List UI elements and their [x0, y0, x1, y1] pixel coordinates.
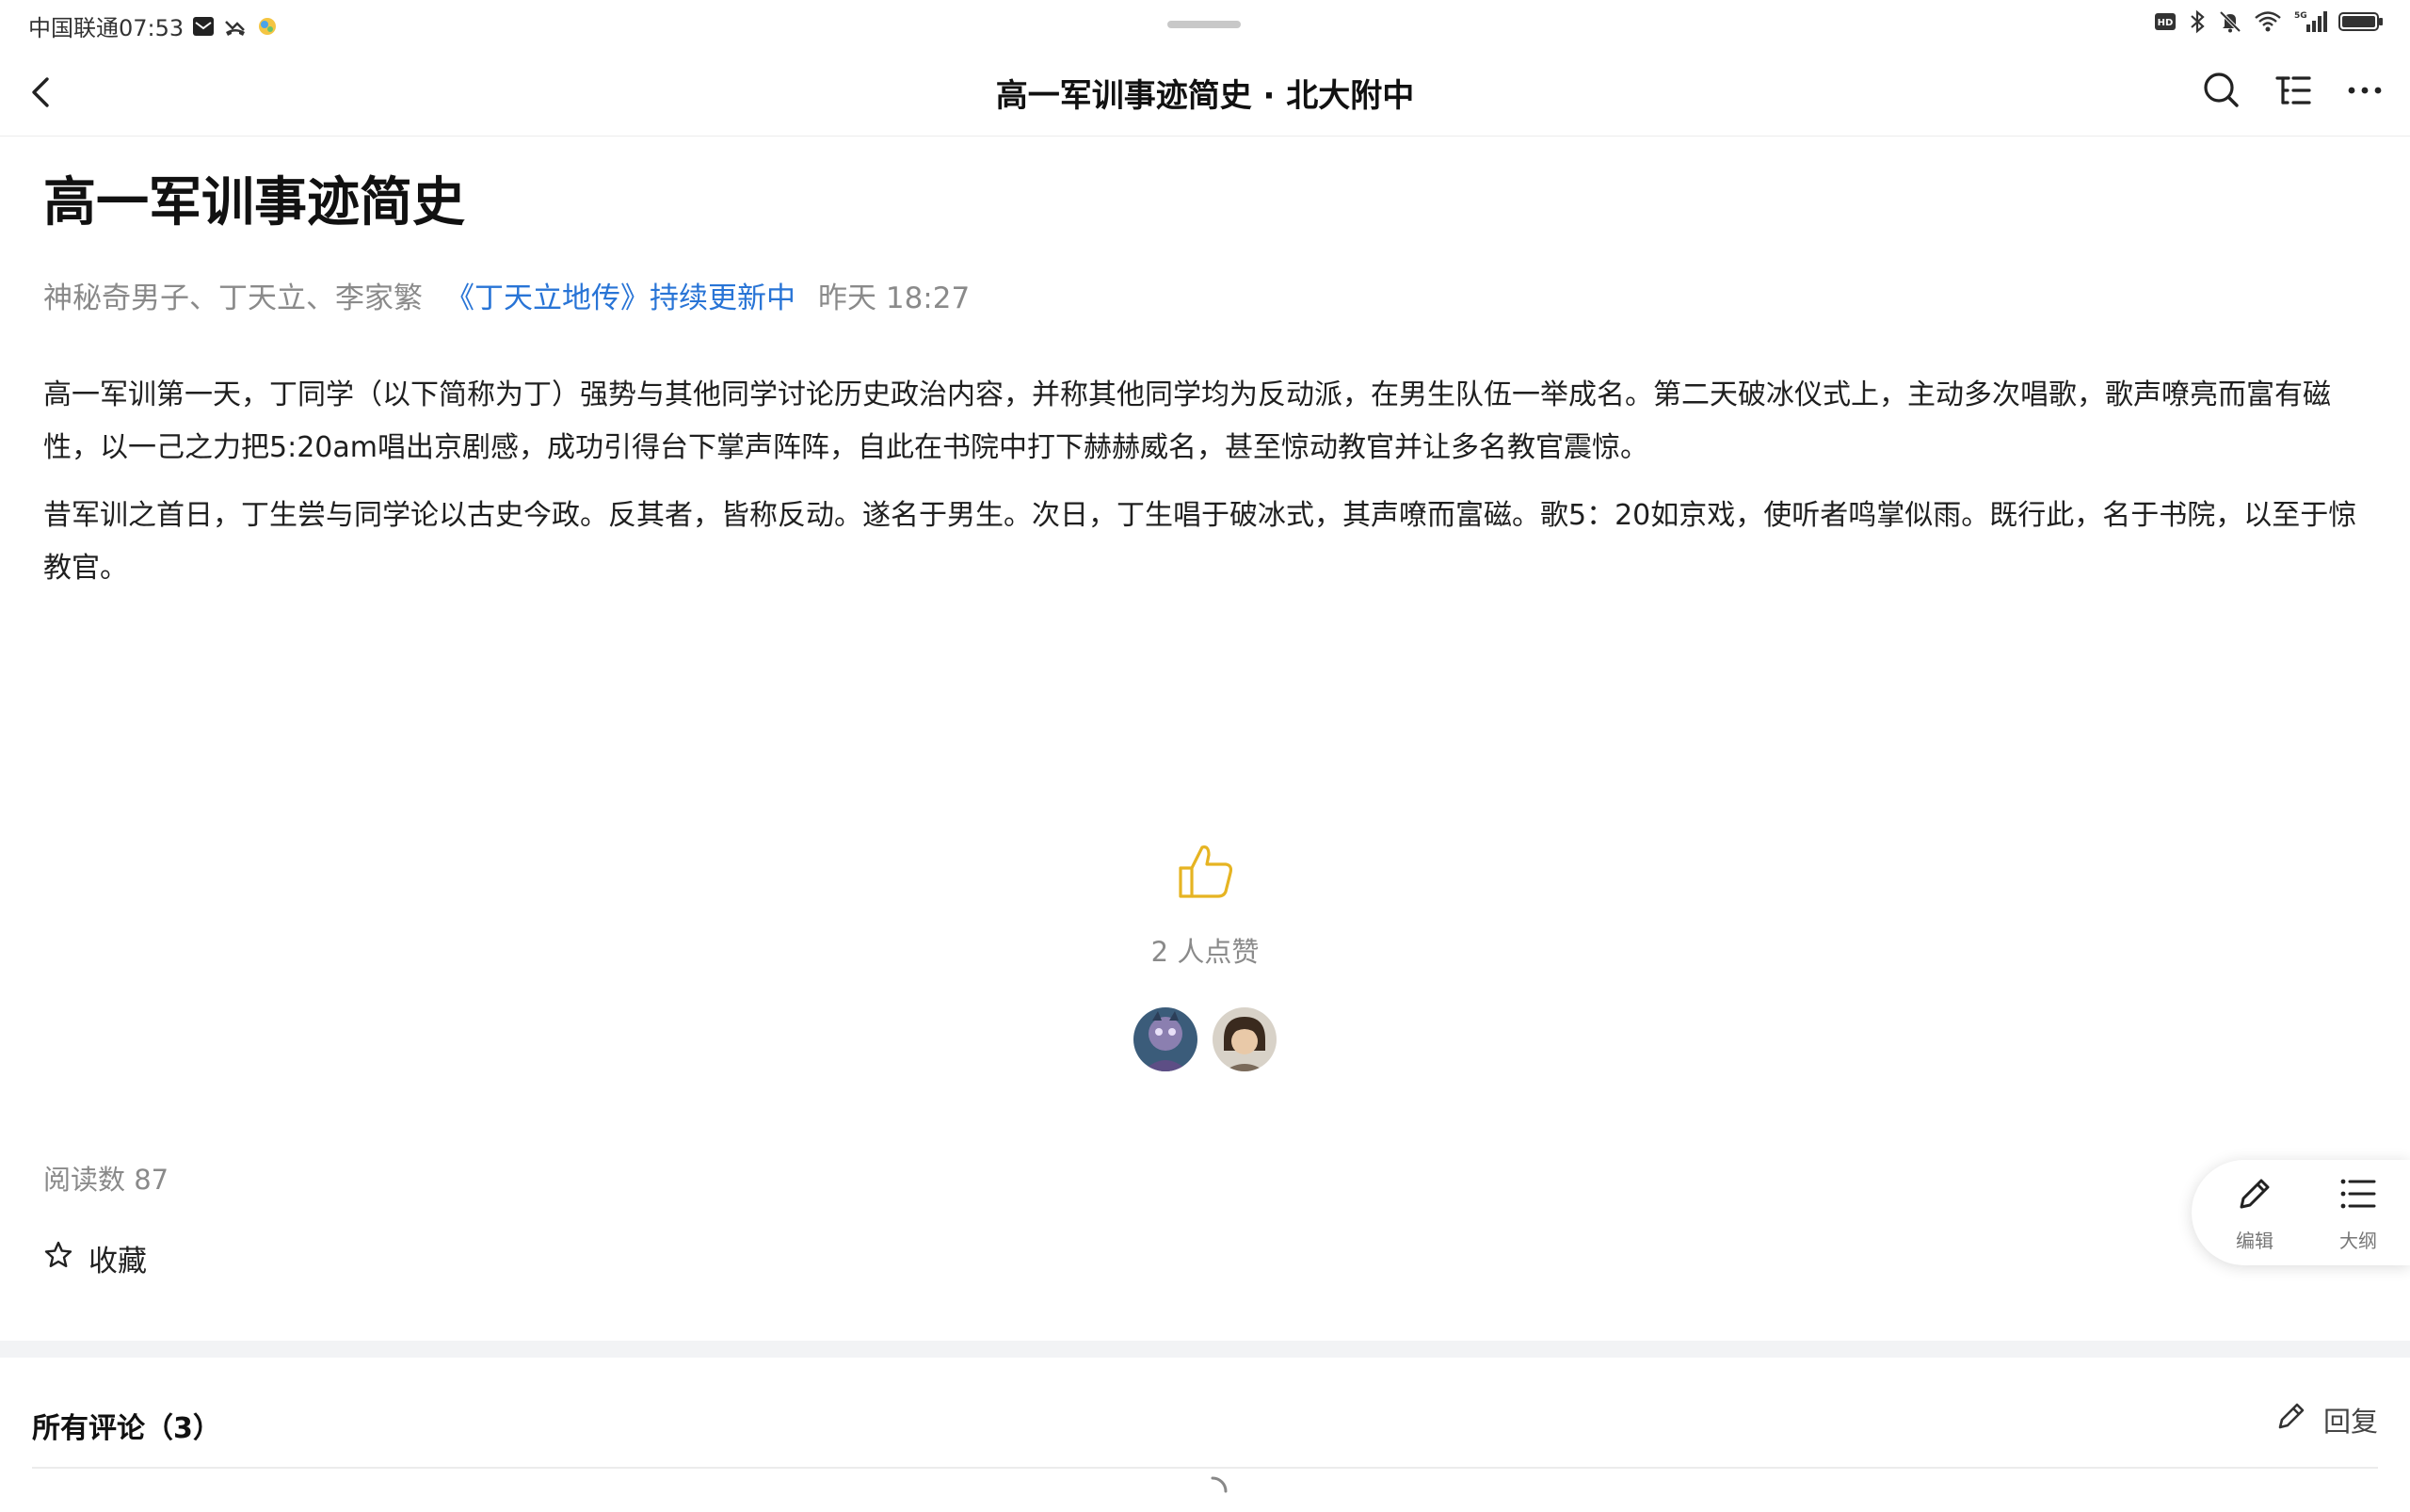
svg-text:HD: HD — [2158, 18, 2174, 28]
outline-button[interactable] — [2269, 68, 2318, 117]
thumbs-up-icon[interactable] — [1171, 845, 1239, 909]
top-navigation-bar: 高一军训事迹简史 · 北大附中 — [0, 49, 2410, 137]
status-right: HD 5G — [2154, 9, 2384, 34]
like-count: 2 人点赞 — [1150, 936, 1260, 968]
reply-button[interactable]: 回复 — [2274, 1399, 2378, 1440]
back-button[interactable] — [21, 70, 66, 115]
outline-toggle-button[interactable]: 大纲 — [2337, 1172, 2380, 1253]
favorite-button[interactable]: 收藏 — [43, 1237, 147, 1279]
article: 高一军训事迹简史 神秘奇男子、丁天立、李家繁 《丁天立地传》持续更新中 昨天 1… — [43, 160, 2369, 595]
search-icon — [2201, 70, 2242, 115]
status-left: 中国联通07:53 — [28, 9, 280, 42]
document-header-title: 高一军训事迹简史 · 北大附中 — [995, 77, 1415, 115]
edit-button[interactable]: 编辑 — [2233, 1172, 2276, 1253]
signal-icon: 5G — [2293, 9, 2327, 34]
missed-call-icon — [223, 14, 248, 39]
outline-icon — [2273, 70, 2314, 115]
like-section: 2 人点赞 — [1111, 838, 1299, 1071]
mail-icon — [191, 14, 216, 39]
read-count: 阅读数 87 — [43, 1164, 169, 1196]
authors[interactable]: 神秘奇男子、丁天立、李家繁 — [43, 274, 423, 316]
back-icon — [21, 77, 66, 119]
pencil-icon — [2274, 1399, 2308, 1440]
outline-label: 大纲 — [2339, 1230, 2377, 1252]
more-button[interactable] — [2340, 68, 2389, 117]
article-meta: 神秘奇男子、丁天立、李家繁 《丁天立地传》持续更新中 昨天 18:27 — [43, 274, 2369, 316]
avatar[interactable] — [1213, 1007, 1277, 1071]
battery-icon — [2338, 9, 2384, 34]
publish-time: 昨天 18:27 — [818, 281, 971, 315]
avatar[interactable] — [1133, 1007, 1197, 1071]
loading-spinner-icon — [1196, 1474, 1229, 1508]
pencil-icon — [2233, 1172, 2276, 1220]
comments-divider — [32, 1467, 2378, 1469]
article-title: 高一军训事迹简史 — [43, 172, 465, 233]
section-separator — [0, 1341, 2410, 1358]
hd-icon: HD — [2154, 10, 2177, 33]
reply-label: 回复 — [2322, 1405, 2378, 1438]
app-notification-icon — [255, 14, 280, 39]
carrier-time: 中国联通07:53 — [28, 15, 185, 41]
comments-header: 所有评论（3） 回复 — [0, 1358, 2410, 1467]
status-bar: 中国联通07:53 HD 5G — [0, 0, 2410, 49]
favorite-label: 收藏 — [88, 1245, 147, 1279]
floating-action-panel: 编辑 大纲 — [2192, 1160, 2410, 1265]
search-button[interactable] — [2197, 68, 2246, 117]
bluetooth-icon — [2188, 9, 2207, 34]
mute-icon — [2218, 9, 2242, 34]
article-body: 高一军训第一天，丁同学（以下简称为丁）强势与其他同学讨论历史政治内容，并称其他同… — [43, 369, 2369, 595]
list-icon — [2337, 1172, 2380, 1220]
wifi-icon — [2254, 9, 2282, 34]
edit-label: 编辑 — [2236, 1230, 2273, 1252]
series-link[interactable]: 《丁天立地传》持续更新中 — [445, 274, 795, 316]
more-icon — [2344, 70, 2386, 115]
star-icon — [43, 1240, 73, 1278]
drag-handle[interactable] — [1167, 21, 1241, 28]
top-actions — [2197, 68, 2389, 117]
article-paragraph: 高一军训第一天，丁同学（以下简称为丁）强势与其他同学讨论历史政治内容，并称其他同… — [43, 378, 2331, 464]
svg-text:5G: 5G — [2294, 11, 2307, 21]
liker-avatars — [1111, 1007, 1299, 1071]
article-paragraph: 昔军训之首日，丁生尝与同学论以古史今政。反其者，皆称反动。遂名于男生。次日，丁生… — [43, 499, 2357, 585]
comments-title: 所有评论（3） — [32, 1412, 221, 1445]
